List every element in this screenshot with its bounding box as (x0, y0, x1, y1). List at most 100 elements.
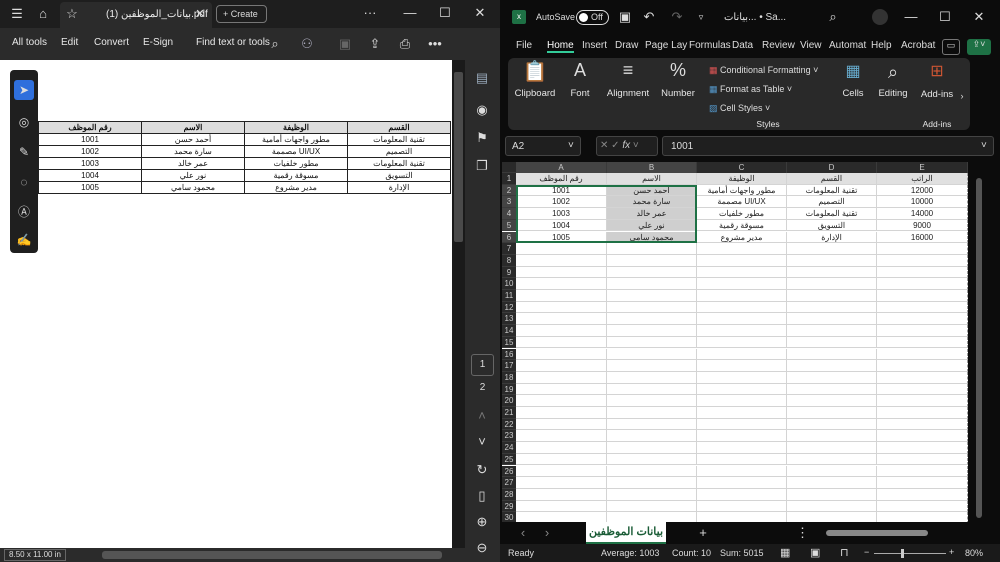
cell[interactable]: الراتب (877, 173, 968, 185)
cell[interactable] (516, 360, 607, 372)
cell[interactable] (607, 360, 697, 372)
rotate-icon[interactable]: ↻ (472, 460, 492, 480)
cell[interactable] (697, 266, 787, 279)
row-header[interactable]: 13 (502, 313, 516, 326)
cell[interactable] (697, 290, 787, 302)
cell[interactable] (787, 465, 877, 478)
minimize-icon[interactable]: — (400, 3, 420, 23)
cell[interactable]: 1001 (516, 184, 607, 197)
zoom-in-button[interactable]: + (949, 547, 954, 557)
cell[interactable] (877, 243, 968, 255)
cell[interactable]: نور علي (607, 219, 697, 232)
ribbon-tab-draw[interactable]: Draw (615, 40, 638, 51)
cell[interactable] (607, 348, 697, 361)
cell[interactable] (697, 360, 787, 372)
cell[interactable] (787, 325, 877, 337)
spreadsheet-grid[interactable]: A B C D E 1 رقم الموظف الاسم الوظيفة القسم الراتب 2… (502, 162, 968, 524)
cell[interactable]: مدير مشروع (697, 231, 787, 244)
pages-icon[interactable]: ❐ (472, 156, 492, 176)
row-header[interactable]: 9 (502, 266, 516, 279)
cell[interactable] (516, 254, 607, 267)
cell[interactable]: محمود سامي (607, 231, 697, 244)
zoom-out-button[interactable]: − (864, 547, 869, 557)
cell[interactable] (787, 301, 877, 314)
cell[interactable] (877, 442, 968, 454)
row-header[interactable]: 3 (502, 196, 516, 209)
ribbon-tab-data[interactable]: Data (732, 40, 753, 51)
sheet-tab[interactable]: بيانات الموظفين (586, 522, 666, 544)
cell[interactable] (607, 395, 697, 407)
cell[interactable] (877, 395, 968, 407)
convert-button[interactable]: Convert (94, 37, 129, 48)
cell[interactable] (516, 336, 607, 349)
expand-formula-icon[interactable]: ˅ (981, 140, 987, 151)
more-options-icon[interactable]: ••• (426, 34, 444, 54)
cell[interactable] (787, 442, 877, 454)
cell[interactable] (877, 430, 968, 443)
cell-styles-button[interactable]: ▨ Cell Styles ˅ (709, 103, 770, 114)
redo-icon[interactable]: ↷ (668, 7, 686, 27)
cell[interactable]: مسوقة رقمية (697, 219, 787, 232)
cell[interactable] (697, 418, 787, 431)
ribbon-tab-help[interactable]: Help (871, 40, 892, 51)
cell[interactable] (516, 465, 607, 478)
search-icon[interactable]: ⌕ (266, 34, 284, 54)
page-2-thumb[interactable]: 2 (471, 382, 494, 393)
cell[interactable] (877, 313, 968, 326)
row-header[interactable]: 28 (502, 488, 516, 501)
save-icon[interactable]: ▣ (616, 7, 634, 27)
cell[interactable] (697, 477, 787, 489)
cell[interactable] (877, 266, 968, 279)
edit-pdf-icon[interactable]: ▤ (472, 68, 492, 88)
page-1-thumb[interactable]: 1 (471, 354, 494, 376)
comment-icon[interactable]: ◎ (14, 112, 34, 132)
cell[interactable] (607, 266, 697, 279)
cell[interactable] (607, 336, 697, 349)
normal-view-icon[interactable]: ▦ (780, 546, 790, 559)
cell[interactable] (697, 254, 787, 267)
cell[interactable] (877, 325, 968, 337)
cell[interactable] (787, 500, 877, 513)
cell[interactable] (697, 453, 787, 466)
cell[interactable] (697, 301, 787, 314)
next-sheet-icon[interactable]: › (540, 523, 554, 543)
zoom-slider-thumb[interactable] (901, 549, 904, 558)
ai-assistant-icon[interactable]: ⚇ (298, 34, 316, 54)
font-button[interactable]: Font (566, 88, 594, 99)
format-as-table-button[interactable]: ▦ Format as Table ˅ (709, 84, 792, 95)
cell[interactable]: 1004 (516, 219, 607, 232)
cell[interactable] (607, 477, 697, 489)
edit-button[interactable]: Edit (61, 37, 78, 48)
cell[interactable] (516, 348, 607, 361)
cell[interactable] (516, 371, 607, 384)
scrollbar-thumb[interactable] (976, 178, 982, 518)
find-tools-button[interactable]: Find text or tools (196, 37, 270, 48)
conditional-formatting-button[interactable]: ▦ Conditional Formatting ˅ (709, 65, 818, 76)
cell[interactable] (607, 407, 697, 419)
cell[interactable]: 1002 (516, 196, 607, 209)
cell[interactable] (607, 278, 697, 290)
cell[interactable] (607, 430, 697, 443)
maximize-icon[interactable]: ☐ (936, 7, 954, 27)
cell[interactable] (516, 313, 607, 326)
cell[interactable] (607, 488, 697, 501)
addins-button[interactable]: Add-ins (918, 89, 956, 100)
name-box[interactable]: A2 ˅ (505, 136, 581, 156)
cell[interactable] (697, 407, 787, 419)
cell[interactable]: تقنية المعلومات (787, 184, 877, 197)
cell[interactable] (877, 348, 968, 361)
row-header[interactable]: 1 (502, 173, 516, 185)
page-layout-icon[interactable]: ▣ (810, 546, 820, 559)
cell[interactable]: مطور خلفيات (697, 208, 787, 220)
cell[interactable]: تقنية المعلومات (787, 208, 877, 220)
cell[interactable]: مصممة UI/UX (697, 196, 787, 209)
cell[interactable] (607, 243, 697, 255)
sign-icon[interactable]: ✍ (14, 230, 34, 250)
cell[interactable]: التصميم (787, 196, 877, 209)
cell[interactable]: عمر خالد (607, 208, 697, 220)
cell[interactable] (697, 348, 787, 361)
column-header[interactable]: E (877, 162, 968, 173)
ribbon-tab-file[interactable]: File (516, 40, 532, 51)
cell[interactable] (877, 336, 968, 349)
all-tools-button[interactable]: All tools (12, 37, 47, 48)
